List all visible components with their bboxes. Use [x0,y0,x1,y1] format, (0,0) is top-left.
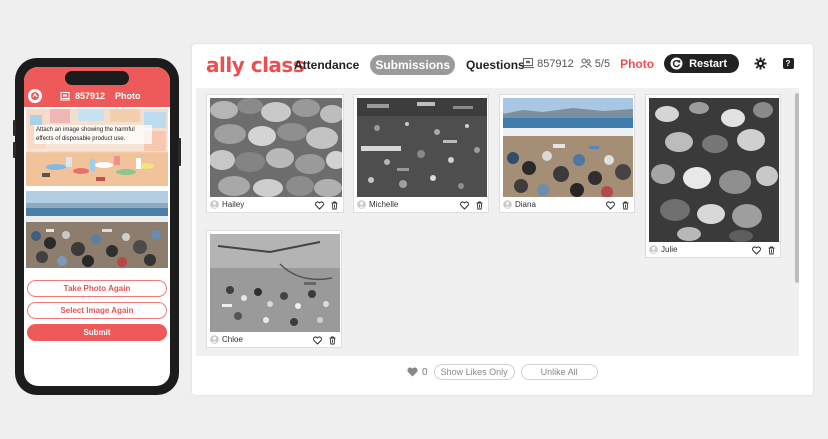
restart-label: Restart [689,57,727,70]
submission-footer: Chloe [210,335,243,344]
submissions-footer: 0 Show Likes Only Unlike All [407,364,598,380]
settings-button[interactable] [753,57,767,71]
app-header: ally class Attendance Submissions Questi… [192,44,813,85]
session-code-stat: 857912 [522,58,574,70]
delete-button[interactable] [767,246,776,255]
phone-session-info: 857912 Photo [60,91,141,101]
header-actions: 857912 5/5 Photo Restart ? [522,54,795,73]
participant-count: 5/5 [594,57,611,70]
submitted-photo-preview [26,191,168,268]
like-button[interactable] [606,201,615,210]
participants-stat: 5/5 [580,58,610,70]
prompt-text: Attach an image showing the harmful effe… [34,125,152,145]
phone-volume-down [13,142,16,158]
submission-actions [313,336,337,345]
session-code: 857912 [537,57,574,70]
submission-photo[interactable] [210,234,340,332]
session-code-icon [60,91,70,100]
submission-card[interactable]: Michelle [353,94,489,213]
participants-icon [580,58,592,69]
submission-actions [606,201,630,210]
tab-questions[interactable]: Questions [461,55,530,75]
like-button[interactable] [752,246,761,255]
app-logo-icon [28,89,42,103]
submission-photo[interactable] [210,98,342,197]
phone-session-code: 857912 [75,91,106,101]
trash-icon [331,201,338,210]
activity-type-label: Photo [620,56,655,71]
submission-card[interactable]: Diana [499,94,635,213]
restart-icon [670,57,683,70]
session-code-icon [522,58,535,69]
avatar-icon [649,245,658,254]
student-name: Diana [515,200,536,209]
avatar-icon [210,335,219,344]
take-photo-again-button[interactable]: Take Photo Again [27,280,167,297]
phone-volume-up [13,120,16,136]
phone-screen: 857912 Photo Attach an image showing the… [24,67,170,386]
submission-actions [752,246,776,255]
submission-footer: Hailey [210,200,244,209]
like-button[interactable] [313,336,322,345]
unlike-all-button[interactable]: Unlike All [520,364,598,380]
submission-card[interactable]: Chloe [206,230,342,348]
like-button[interactable] [460,201,469,210]
submission-card[interactable]: Hailey [206,94,344,213]
heart-icon [313,336,322,345]
vertical-scrollbar[interactable] [795,93,799,283]
select-image-again-button[interactable]: Select Image Again [27,302,167,319]
avatar-icon [210,200,219,209]
submission-photo[interactable] [503,98,633,197]
restart-button[interactable]: Restart [664,54,739,73]
submission-actions [315,201,339,210]
phone-power-button [178,138,181,166]
submission-photo[interactable] [649,98,779,242]
heart-icon [460,201,469,210]
delete-button[interactable] [621,201,630,210]
tab-submissions[interactable]: Submissions [370,55,456,75]
submission-actions [460,201,484,210]
like-button[interactable] [315,201,324,210]
delete-button[interactable] [475,201,484,210]
submit-button[interactable]: Submit [27,324,167,341]
prompt-illustration: Attach an image showing the harmful effe… [26,109,168,186]
student-name: Michelle [369,200,399,209]
student-name: Chloe [222,335,243,344]
like-count: 0 [422,366,428,378]
trash-icon [476,201,483,210]
app-panel: ally class Attendance Submissions Questi… [192,44,813,395]
help-button[interactable]: ? [781,57,795,71]
tab-attendance[interactable]: Attendance [289,55,364,75]
phone-activity-type: Photo [115,91,141,101]
heart-icon [752,246,761,255]
avatar-icon [357,200,366,209]
heart-icon [606,201,615,210]
submission-photo[interactable] [357,98,487,197]
total-likes: 0 [407,367,428,378]
phone-notch [65,71,129,85]
show-likes-only-button[interactable]: Show Likes Only [433,364,515,380]
submission-footer: Michelle [357,200,398,209]
help-icon: ? [782,58,794,69]
gear-icon [753,57,767,70]
submission-footer: Diana [503,200,536,209]
student-name: Julie [661,245,678,254]
delete-button[interactable] [328,336,337,345]
student-name: Hailey [222,200,245,209]
main-nav: Attendance Submissions Questions [289,55,530,75]
submission-card[interactable]: Julie [645,94,781,258]
trash-icon [329,336,336,345]
heart-icon [315,201,324,210]
submissions-grid: Hailey Michelle Diana Julie Chloe [196,88,799,356]
trash-icon [768,246,775,255]
trash-icon [622,201,629,210]
avatar-icon [503,200,512,209]
phone-mockup: 857912 Photo Attach an image showing the… [13,58,181,395]
heart-filled-icon [407,367,418,377]
submission-footer: Julie [649,245,677,254]
delete-button[interactable] [330,201,339,210]
